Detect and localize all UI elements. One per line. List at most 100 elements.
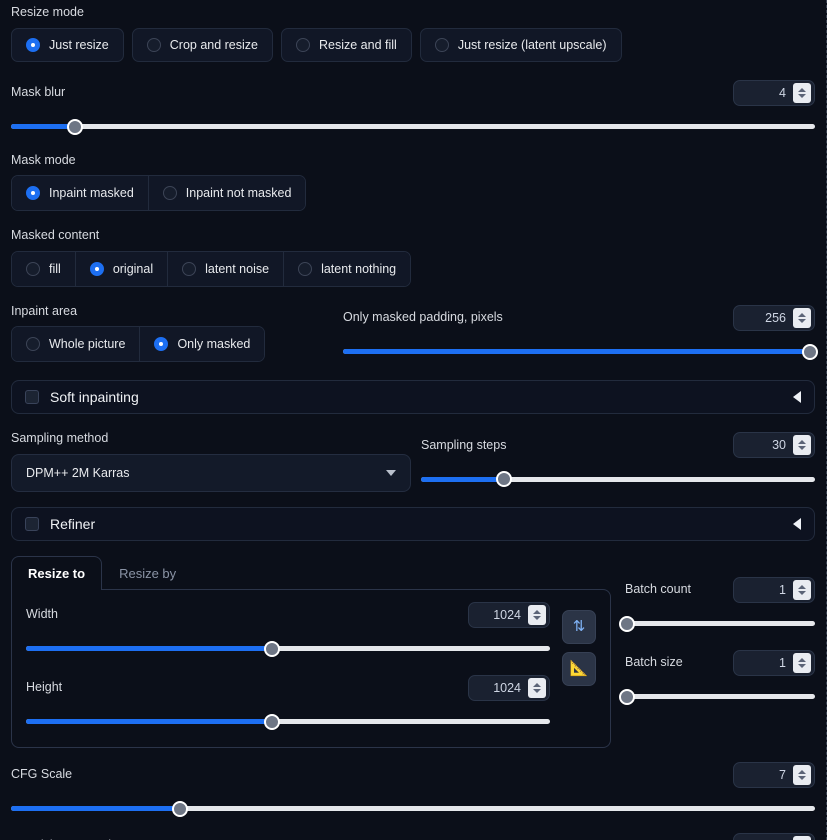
option-label: original <box>112 261 154 276</box>
cfg-scale-input[interactable]: 7 <box>733 761 815 788</box>
stepper-icon[interactable] <box>793 579 811 600</box>
cfg-scale-label: CFG Scale <box>11 767 73 782</box>
refiner-accordion[interactable]: Refiner <box>11 506 815 541</box>
width-slider[interactable] <box>26 640 550 658</box>
option-label: Just resize (latent upscale) <box>457 37 607 52</box>
width-input[interactable]: 1024 <box>468 601 550 628</box>
slider-track <box>11 124 815 129</box>
sampling-steps-input[interactable]: 30 <box>733 432 815 458</box>
height-value: 1024 <box>493 680 521 695</box>
slider-thumb[interactable] <box>802 343 819 360</box>
stepper-icon[interactable] <box>793 435 811 455</box>
sampling-steps-section: Sampling steps 30 <box>421 432 815 492</box>
soft-inpainting-checkbox[interactable] <box>25 390 39 404</box>
sampling-method-value: DPM++ 2M Karras <box>26 465 130 480</box>
option-label: Whole picture <box>49 337 126 351</box>
mask-mode-option-inpaint-not-masked[interactable]: Inpaint not masked <box>148 176 306 210</box>
radio-icon <box>146 37 161 52</box>
option-label: Only masked <box>177 337 251 351</box>
slider-fill <box>343 349 811 354</box>
batch-count-input[interactable]: 1 <box>733 576 815 603</box>
only-masked-padding-section: Only masked padding, pixels 256 <box>343 304 819 363</box>
resize-to-panel: Width 1024 Height 1024 ⇅ 📐 <box>11 588 611 748</box>
chevron-down-icon <box>386 469 396 476</box>
masked-content-options[interactable]: fill original latent noise latent nothin… <box>11 250 412 287</box>
inpaint-area-option-whole-picture[interactable]: Whole picture <box>12 327 141 361</box>
swap-dimensions-button[interactable]: ⇅ <box>562 609 596 644</box>
mask-blur-slider[interactable] <box>11 118 815 136</box>
batch-count-slider[interactable] <box>618 615 815 633</box>
inpaint-area-row: Inpaint area Whole picture Only masked O… <box>11 304 819 363</box>
batch-size-slider[interactable] <box>618 688 815 706</box>
only-masked-padding-value: 256 <box>765 310 786 325</box>
resize-mode-option-just-resize[interactable]: Just resize <box>11 27 124 62</box>
height-slider[interactable] <box>26 713 550 731</box>
masked-content-option-latent-noise[interactable]: latent noise <box>168 251 285 286</box>
sampling-row: Sampling method DPM++ 2M Karras Sampling… <box>11 432 815 492</box>
slider-thumb[interactable] <box>618 688 635 705</box>
resize-mode-option-resize-and-fill[interactable]: Resize and fill <box>281 27 412 62</box>
mask-blur-input[interactable]: 4 <box>733 79 815 106</box>
slider-thumb[interactable] <box>495 471 512 487</box>
inpaint-area-option-only-masked[interactable]: Only masked <box>140 327 265 361</box>
denoising-strength-input[interactable]: 0.5 <box>733 832 815 840</box>
inpaint-area-options[interactable]: Whole picture Only masked <box>11 326 266 362</box>
radio-icon <box>26 261 40 276</box>
masked-content-label: Masked content <box>11 228 100 242</box>
sampling-method-section: Sampling method DPM++ 2M Karras <box>11 432 411 492</box>
slider-track <box>625 694 815 699</box>
sampling-steps-slider[interactable] <box>421 470 815 488</box>
batch-section: Batch count 1 Batch size 1 <box>618 555 815 748</box>
collapse-caret-icon[interactable] <box>793 391 801 403</box>
mask-mode-option-inpaint-masked[interactable]: Inpaint masked <box>12 176 149 210</box>
radio-icon <box>89 261 104 276</box>
resize-mode-option-crop-and-resize[interactable]: Crop and resize <box>131 27 273 62</box>
only-masked-padding-slider[interactable] <box>343 343 819 361</box>
mask-blur-value: 4 <box>779 85 786 100</box>
option-label: Inpaint not masked <box>185 186 292 200</box>
slider-thumb[interactable] <box>171 800 188 817</box>
detect-resolution-button[interactable]: 📐 <box>562 651 596 686</box>
collapse-caret-icon[interactable] <box>793 517 801 530</box>
tab-resize-by[interactable]: Resize by <box>102 556 193 590</box>
resize-mode-options[interactable]: Just resize Crop and resize Resize and f… <box>11 27 815 62</box>
width-value: 1024 <box>493 607 521 622</box>
radio-icon <box>26 37 40 52</box>
mask-mode-options[interactable]: Inpaint masked Inpaint not masked <box>11 175 307 211</box>
slider-thumb[interactable] <box>264 640 281 657</box>
tab-resize-to[interactable]: Resize to <box>11 555 103 590</box>
masked-content-option-latent-nothing[interactable]: latent nothing <box>284 251 411 286</box>
only-masked-padding-input[interactable]: 256 <box>733 304 815 331</box>
slider-fill <box>26 719 273 724</box>
mask-mode-label: Mask mode <box>11 152 76 167</box>
height-input[interactable]: 1024 <box>468 674 550 701</box>
batch-size-input[interactable]: 1 <box>733 649 815 676</box>
slider-thumb[interactable] <box>67 118 84 135</box>
stepper-icon[interactable] <box>528 604 546 625</box>
slider-thumb[interactable] <box>264 713 281 730</box>
stepper-icon[interactable] <box>793 835 811 840</box>
sampling-method-dropdown[interactable]: DPM++ 2M Karras <box>11 453 411 492</box>
option-label: fill <box>49 261 61 276</box>
cfg-scale-slider[interactable] <box>11 800 815 818</box>
slider-thumb[interactable] <box>618 615 635 632</box>
soft-inpainting-accordion[interactable]: Soft inpainting <box>11 380 815 414</box>
resize-mode-section: Resize mode Just resize Crop and resize … <box>11 0 815 62</box>
stepper-icon[interactable] <box>793 764 811 785</box>
refiner-checkbox[interactable] <box>25 516 39 531</box>
masked-content-option-fill[interactable]: fill <box>12 251 76 286</box>
stepper-icon[interactable] <box>793 307 811 328</box>
stepper-icon[interactable] <box>793 82 811 103</box>
resize-mode-option-latent-upscale[interactable]: Just resize (latent upscale) <box>419 27 622 62</box>
radio-icon <box>154 337 169 351</box>
masked-content-option-original[interactable]: original <box>75 251 169 286</box>
stepper-icon[interactable] <box>793 652 811 673</box>
triangular-ruler-icon: 📐 <box>569 660 589 677</box>
stepper-icon[interactable] <box>528 677 546 698</box>
option-label: latent noise <box>205 261 270 276</box>
slider-track <box>625 621 815 626</box>
resize-mode-label: Resize mode <box>11 5 84 19</box>
resize-panel: Resize to Resize by Width 1024 Height 10… <box>11 555 611 748</box>
mask-mode-section: Mask mode Inpaint masked Inpaint not mas… <box>11 152 815 211</box>
resize-tabs[interactable]: Resize to Resize by <box>11 555 611 590</box>
